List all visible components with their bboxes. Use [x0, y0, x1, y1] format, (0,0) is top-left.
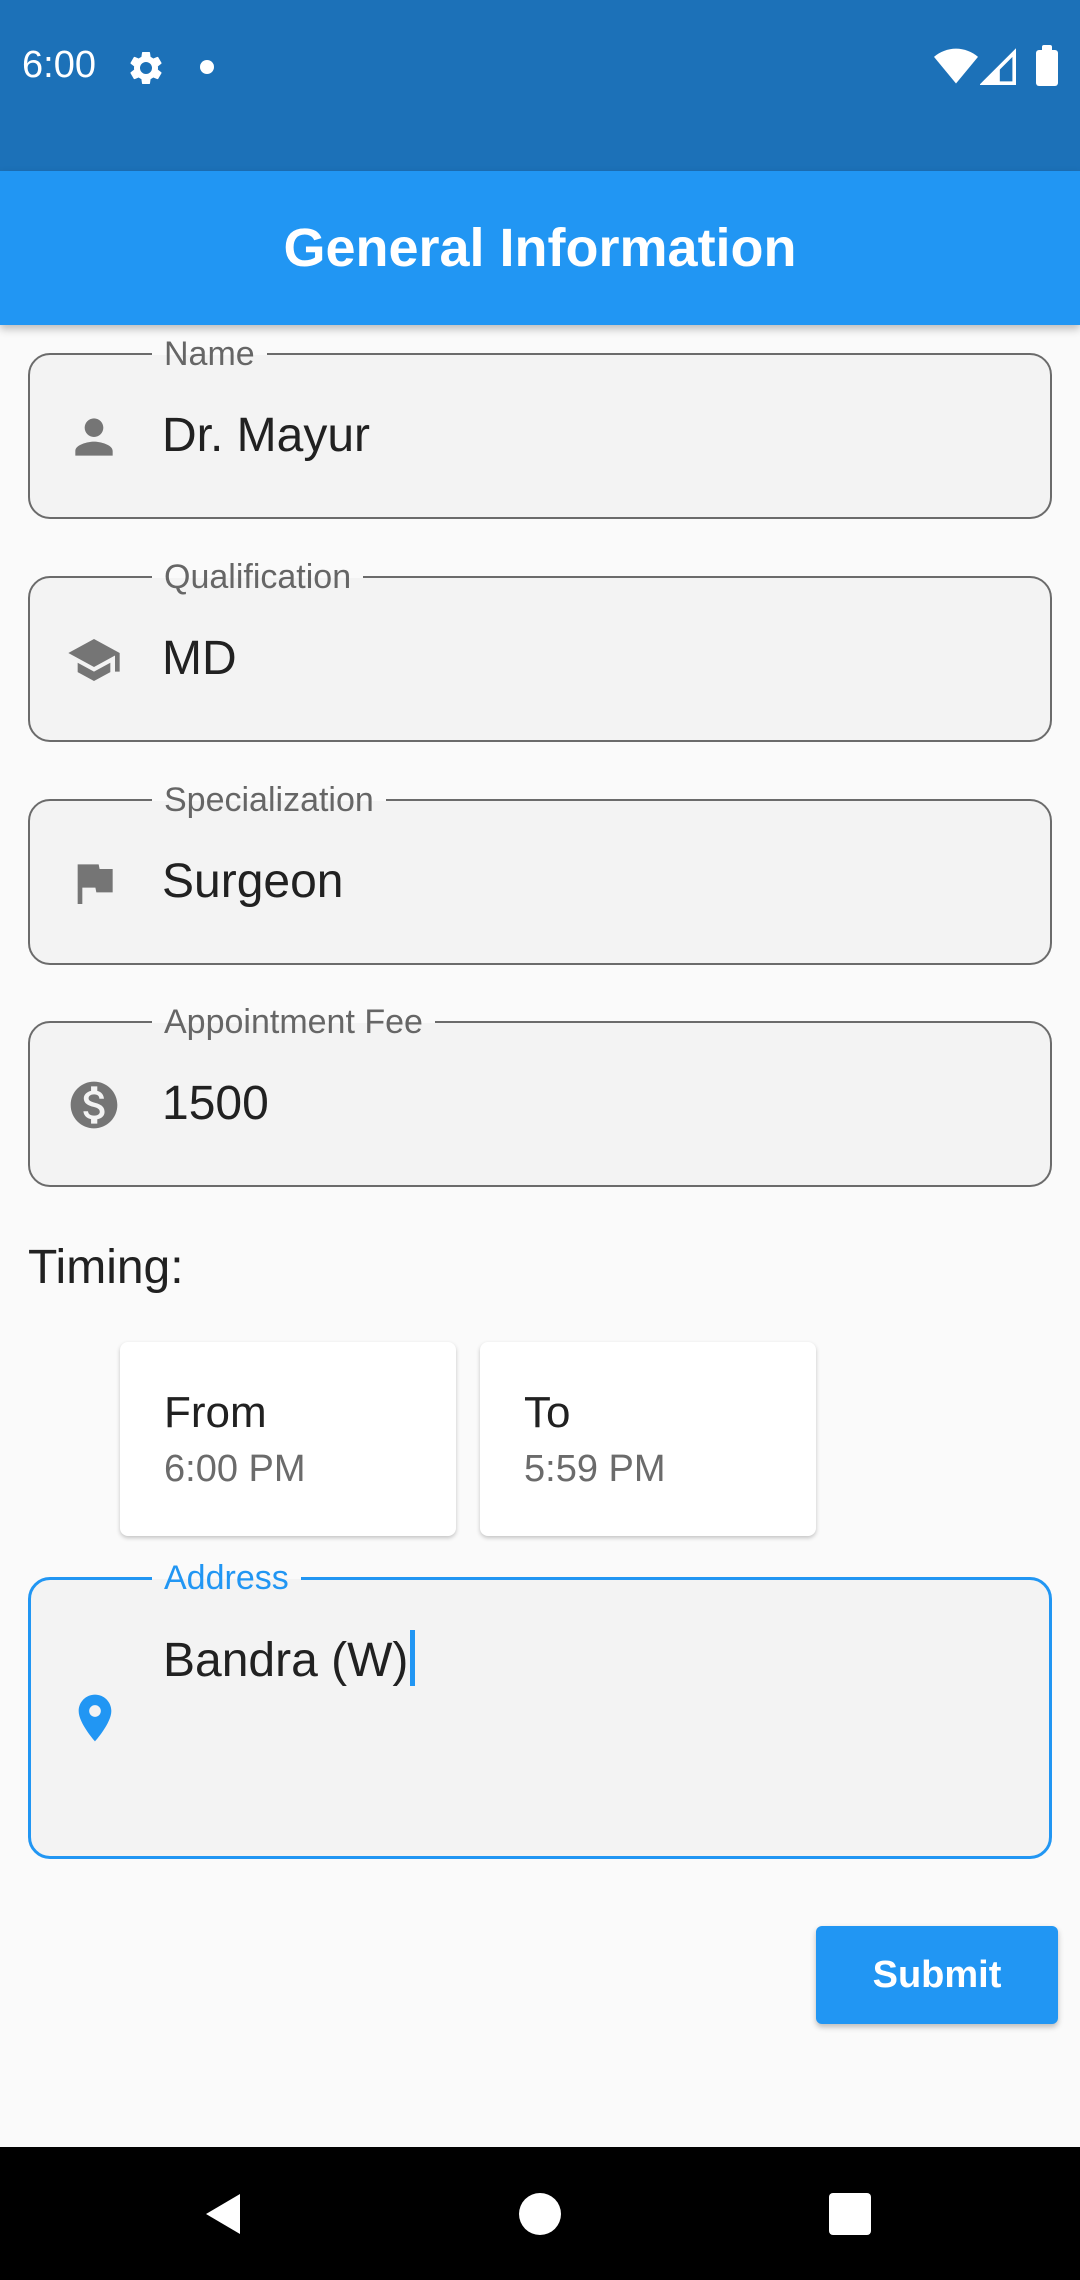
app-bar: General Information	[0, 171, 1080, 325]
back-icon[interactable]	[200, 2189, 248, 2239]
qualification-field[interactable]: Qualification MD	[28, 557, 1052, 742]
qualification-field-value: MD	[162, 632, 237, 685]
status-time: 6:00	[22, 44, 96, 86]
specialization-field[interactable]: Specialization Surgeon	[28, 780, 1052, 965]
home-icon[interactable]	[519, 2193, 561, 2235]
status-bar: 6:00	[0, 0, 1080, 171]
navigation-bar	[0, 2147, 1080, 2280]
from-time-card[interactable]: From 6:00 PM	[120, 1342, 456, 1536]
to-time-card[interactable]: To 5:59 PM	[480, 1342, 816, 1536]
specialization-field-value: Surgeon	[162, 855, 344, 908]
school-icon	[68, 639, 120, 681]
dollar-icon	[70, 1081, 118, 1129]
recents-icon[interactable]	[829, 2193, 871, 2235]
flag-icon	[77, 864, 113, 904]
text-cursor	[410, 1630, 416, 1686]
timing-label: Timing:	[28, 1241, 184, 1294]
submit-button[interactable]: Submit	[816, 1926, 1058, 2024]
appointment-fee-field-value: 1500	[162, 1077, 269, 1130]
to-time-value: 5:59 PM	[524, 1448, 666, 1490]
appointment-fee-field-label: Appointment Fee	[152, 1002, 435, 1042]
address-field[interactable]: Address Bandra (W)	[28, 1558, 1052, 1859]
gear-icon	[130, 51, 162, 84]
name-field-label: Name	[152, 334, 267, 374]
appointment-fee-field[interactable]: Appointment Fee 1500	[28, 1002, 1052, 1187]
address-field-value: Bandra (W)	[163, 1630, 416, 1692]
specialization-field-label: Specialization	[152, 780, 386, 820]
from-time-title: From	[164, 1388, 267, 1437]
qualification-field-label: Qualification	[152, 557, 364, 597]
address-field-label: Address	[152, 1558, 301, 1598]
address-text: Bandra (W)	[163, 1634, 409, 1687]
person-icon	[75, 418, 113, 456]
page-title: General Information	[283, 218, 797, 278]
name-field-value: Dr. Mayur	[162, 409, 371, 462]
wifi-icon	[934, 48, 978, 84]
notification-dot	[200, 60, 214, 74]
to-time-title: To	[524, 1388, 571, 1437]
signal-icon	[980, 48, 1016, 85]
battery-icon	[1036, 45, 1058, 86]
location-pin-icon	[78, 1694, 112, 1742]
from-time-value: 6:00 PM	[164, 1448, 306, 1490]
name-field[interactable]: Name Dr. Mayur	[28, 334, 1052, 519]
